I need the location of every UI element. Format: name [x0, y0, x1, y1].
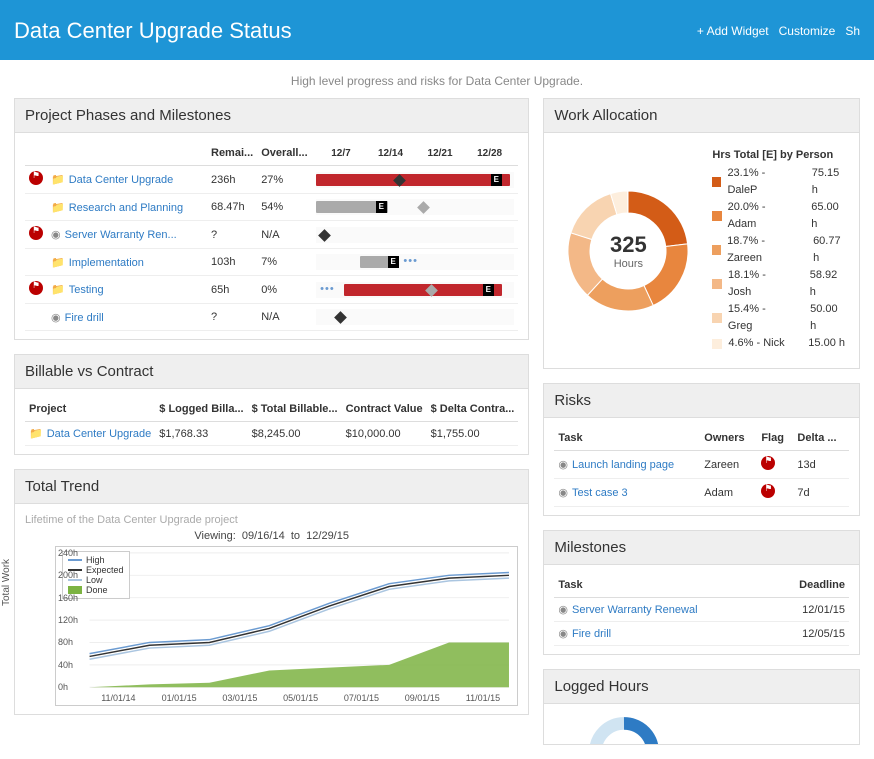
task-link[interactable]: Data Center Upgrade	[69, 174, 174, 186]
allocation-panel: Work Allocation 325 Hours Hrs Total [E] …	[543, 98, 860, 369]
globe-icon: ◉	[558, 487, 568, 499]
milestones-table: Task Deadline ◉Server Warranty Renewal12…	[554, 573, 849, 646]
donut-value: 325	[610, 232, 647, 258]
page-subtitle: High level progress and risks for Data C…	[0, 60, 874, 98]
legend-swatch	[712, 211, 721, 221]
legend-item[interactable]: 20.0% - Adam65.00 h	[712, 199, 845, 233]
legend-item[interactable]: 23.1% - DaleP75.15 h	[712, 165, 845, 199]
gantt-bar[interactable]: E	[316, 199, 514, 215]
table-row: 📁Implementation103h7%E•••	[25, 249, 518, 276]
phases-title: Project Phases and Milestones	[15, 99, 528, 133]
folder-icon: 📁	[51, 202, 65, 214]
table-row: ◉Launch landing pageZareen13d	[554, 451, 849, 479]
gantt-dates: 12/7 12/14 12/21 12/28	[316, 148, 514, 159]
task-link[interactable]: Testing	[69, 284, 104, 296]
billable-table: Project $ Logged Billa... $ Total Billab…	[25, 397, 518, 446]
billable-title: Billable vs Contract	[15, 355, 528, 389]
gantt-bar[interactable]	[316, 309, 514, 325]
task-link[interactable]: Launch landing page	[572, 459, 674, 471]
globe-icon: ◉	[51, 229, 61, 241]
donut-label: Hours	[614, 258, 643, 270]
allocation-legend: Hrs Total [E] by Person 23.1% - DaleP75.…	[712, 149, 845, 352]
share-button[interactable]: Sh	[845, 24, 860, 38]
col-logged: $ Logged Billa...	[155, 397, 247, 422]
task-link[interactable]: Fire drill	[572, 628, 611, 640]
table-row: ◉Server Warranty Renewal12/01/15	[554, 598, 849, 622]
flag-icon	[29, 171, 43, 185]
table-row: 📁Data Center Upgrade236h27%E	[25, 166, 518, 194]
table-row: ◉Test case 3Adam7d	[554, 479, 849, 507]
col-contract: Contract Value	[342, 397, 427, 422]
globe-icon: ◉	[51, 312, 61, 324]
trend-title: Total Trend	[15, 470, 528, 504]
legend-swatch	[712, 339, 722, 349]
header-actions: + Add Widget Customize Sh	[697, 24, 860, 38]
trend-ylabel: Total Work	[1, 559, 12, 606]
folder-icon: 📁	[51, 174, 65, 186]
customize-button[interactable]: Customize	[779, 24, 836, 38]
risks-table: Task Owners Flag Delta ... ◉Launch landi…	[554, 426, 849, 507]
flag-icon	[761, 456, 775, 470]
task-link[interactable]: Server Warranty Renewal	[572, 604, 698, 616]
task-link[interactable]: Server Warranty Ren...	[65, 229, 177, 241]
phases-panel: Project Phases and Milestones Remai... O…	[14, 98, 529, 340]
flag-icon	[761, 484, 775, 498]
risks-title: Risks	[544, 384, 859, 418]
table-row: 📁Data Center Upgrade $1,768.33 $8,245.00…	[25, 422, 518, 446]
folder-icon: 📁	[29, 428, 43, 440]
col-overall: Overall...	[257, 141, 312, 166]
globe-icon: ◉	[558, 628, 568, 640]
logged-donut[interactable]	[554, 712, 694, 744]
flag-icon	[29, 226, 43, 240]
col-total: $ Total Billable...	[248, 397, 342, 422]
legend-swatch	[712, 245, 721, 255]
legend-item[interactable]: 15.4% - Greg50.00 h	[712, 301, 845, 335]
table-row: ◉Server Warranty Ren...?N/A	[25, 221, 518, 249]
col-delta: $ Delta Contra...	[427, 397, 519, 422]
flag-icon	[29, 281, 43, 295]
milestones-panel: Milestones Task Deadline ◉Server Warrant…	[543, 530, 860, 655]
globe-icon: ◉	[558, 604, 568, 616]
table-row: 📁Testing65h0%•••E	[25, 276, 518, 304]
col-project: Project	[25, 397, 155, 422]
legend-item[interactable]: 18.1% - Josh58.92 h	[712, 267, 845, 301]
project-link[interactable]: Data Center Upgrade	[47, 428, 152, 440]
folder-icon: 📁	[51, 257, 65, 269]
milestones-title: Milestones	[544, 531, 859, 565]
logged-title: Logged Hours	[544, 670, 859, 704]
trend-range: Viewing: 09/16/14 to 12/29/15	[25, 530, 518, 542]
table-row: ◉Fire drill?N/A	[25, 304, 518, 331]
allocation-title: Work Allocation	[544, 99, 859, 133]
page-title: Data Center Upgrade Status	[14, 18, 292, 44]
trend-panel: Total Trend Lifetime of the Data Center …	[14, 469, 529, 715]
legend-swatch	[712, 313, 722, 323]
legend-swatch	[712, 177, 721, 187]
legend-item[interactable]: 4.6% - Nick15.00 h	[712, 335, 845, 352]
globe-icon: ◉	[558, 459, 568, 471]
task-link[interactable]: Implementation	[69, 257, 144, 269]
task-link[interactable]: Test case 3	[572, 487, 628, 499]
trend-chart[interactable]: High Expected Low Done 0h40h80h120h160h2…	[55, 546, 518, 706]
gantt-bar[interactable]: •••E	[316, 282, 514, 298]
gantt-bar[interactable]: E	[316, 172, 514, 188]
logged-panel: Logged Hours	[543, 669, 860, 745]
table-row: ◉Fire drill12/05/15	[554, 622, 849, 646]
phases-table: Remai... Overall... 12/7 12/14 12/21 12/…	[25, 141, 518, 331]
trend-subtitle: Lifetime of the Data Center Upgrade proj…	[25, 512, 518, 530]
allocation-donut[interactable]: 325 Hours	[558, 181, 698, 321]
task-link[interactable]: Research and Planning	[69, 202, 183, 214]
table-row: 📁Research and Planning68.47h54%E	[25, 194, 518, 221]
gantt-bar[interactable]: E•••	[316, 254, 514, 270]
billable-panel: Billable vs Contract Project $ Logged Bi…	[14, 354, 529, 455]
risks-panel: Risks Task Owners Flag Delta ... ◉Launch…	[543, 383, 860, 516]
gantt-bar[interactable]	[316, 227, 514, 243]
page-header: Data Center Upgrade Status + Add Widget …	[0, 0, 874, 60]
col-remain: Remai...	[207, 141, 257, 166]
folder-icon: 📁	[51, 284, 65, 296]
legend-item[interactable]: 18.7% - Zareen60.77 h	[712, 233, 845, 267]
add-widget-button[interactable]: + Add Widget	[697, 24, 769, 38]
legend-swatch	[712, 279, 722, 289]
task-link[interactable]: Fire drill	[65, 312, 104, 324]
